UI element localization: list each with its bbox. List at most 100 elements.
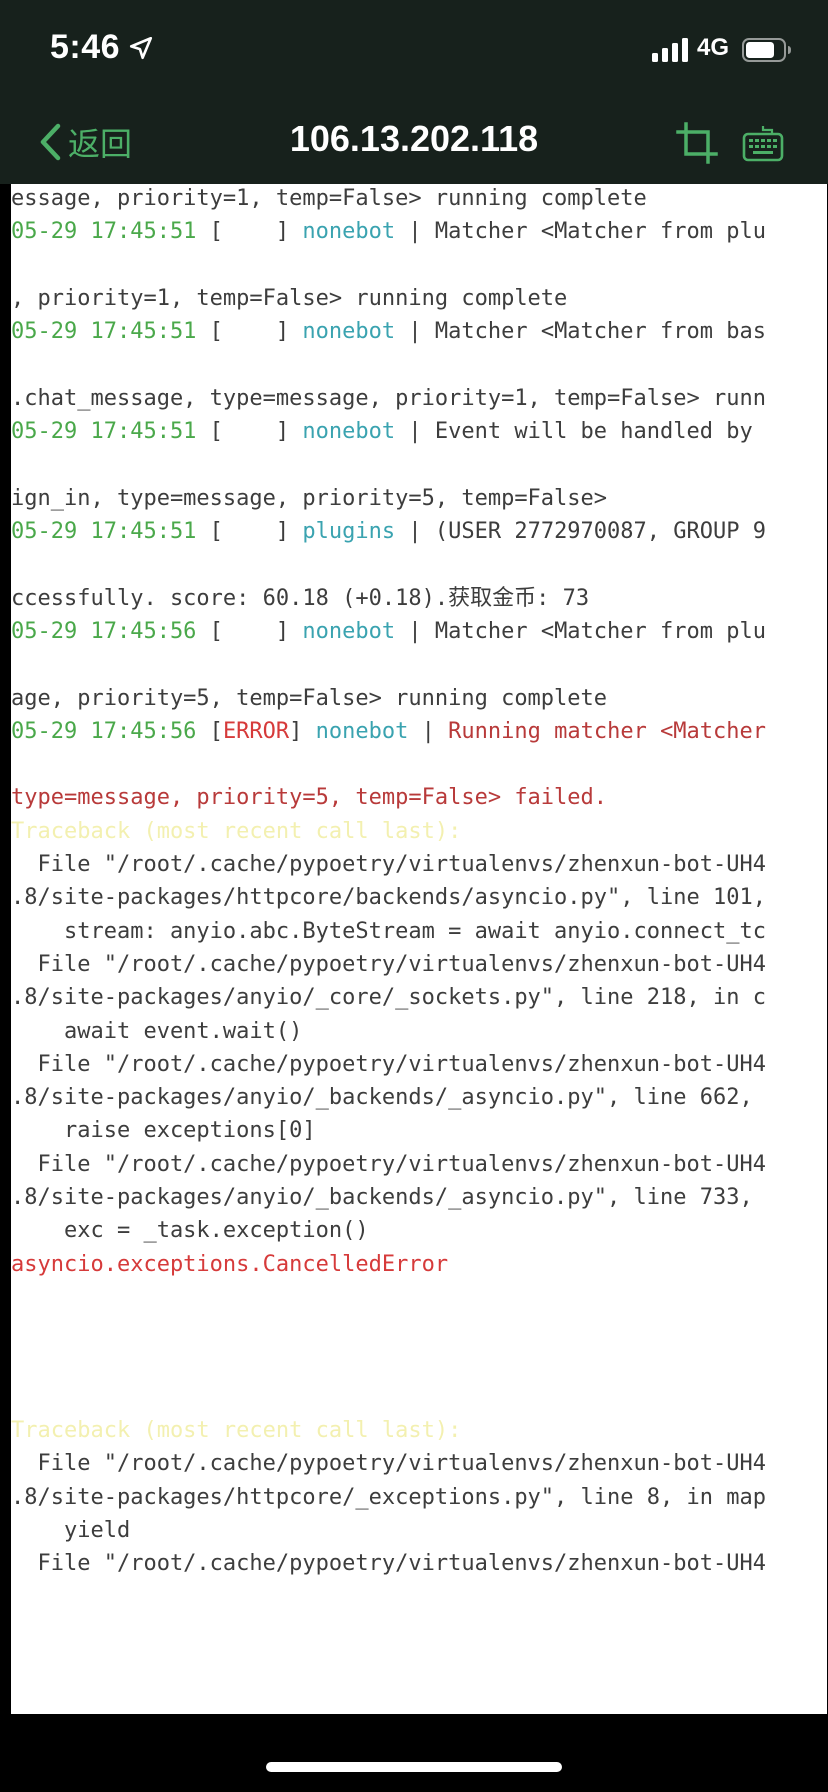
terminal-line: 05-29 17:45:51 [ ] nonebot | Event will … <box>11 417 753 447</box>
cellular-signal-icon <box>652 38 688 62</box>
keyboard-icon[interactable] <box>742 122 784 164</box>
terminal-text-segment: age, priority=5, temp=False> running com… <box>11 685 608 711</box>
terminal-line: 05-29 17:45:51 [ ] plugins | (USER 27729… <box>11 517 766 547</box>
terminal-line: 05-29 17:45:56 [ERROR] nonebot | Running… <box>11 717 766 747</box>
terminal-text-segment: File "/root/.cache/pypoetry/virtualenvs/… <box>11 1151 766 1177</box>
terminal-line: File "/root/.cache/pypoetry/virtualenvs/… <box>11 1549 766 1579</box>
terminal-text-segment: [ <box>196 718 223 744</box>
battery-icon <box>742 38 791 62</box>
terminal-text-segment: File "/root/.cache/pypoetry/virtualenvs/… <box>11 1051 766 1077</box>
terminal-line: ccessfully. score: 60.18 (+0.18).获取金币: 7… <box>11 584 589 614</box>
terminal-text-segment: ERROR <box>222 718 290 744</box>
terminal-line: await event.wait() <box>11 1017 302 1047</box>
terminal-text-segment: File "/root/.cache/pypoetry/virtualenvs/… <box>11 951 766 977</box>
terminal-text-segment: | (USER 2772970087, GROUP 9 <box>395 519 766 544</box>
terminal-line: , priority=1, temp=False> running comple… <box>11 284 567 314</box>
home-indicator[interactable] <box>266 1762 562 1772</box>
terminal-text-segment: nonebot <box>302 319 396 345</box>
terminal-line: .8/site-packages/httpcore/_exceptions.py… <box>11 1483 766 1513</box>
terminal-text-segment: nonebot <box>302 219 396 245</box>
terminal-text-segment: 05-29 17:45:56 <box>11 718 197 744</box>
terminal-text-segment: .8/site-packages/anyio/_core/_sockets.py… <box>11 985 766 1011</box>
terminal-text-segment: 05-29 17:45:56 <box>11 618 197 644</box>
terminal-text-segment: nonebot <box>302 419 396 445</box>
terminal-text-segment: 05-29 17:45:51 <box>11 319 197 345</box>
back-button[interactable]: 返回 <box>38 120 132 164</box>
network-type-label: 4G <box>697 34 730 61</box>
terminal-text-segment: ccessfully. score: 60.18 (+0.18).获取金币: 7… <box>11 585 590 611</box>
terminal-text-segment: Traceback (most recent call last): <box>11 818 462 844</box>
terminal-text-segment: stream: anyio.abc.ByteStream = await any… <box>11 918 766 944</box>
terminal-line: File "/root/.cache/pypoetry/virtualenvs/… <box>11 1050 766 1080</box>
terminal-line: File "/root/.cache/pypoetry/virtualenvs/… <box>11 850 766 880</box>
terminal-text-segment: asyncio.exceptions.CancelledError <box>11 1251 449 1277</box>
terminal-line: type=message, priority=5, temp=False> fa… <box>11 783 607 813</box>
terminal-text-segment: | <box>408 718 449 744</box>
crop-icon[interactable] <box>676 122 718 164</box>
terminal-line: File "/root/.cache/pypoetry/virtualenvs/… <box>11 1150 766 1180</box>
terminal-line: File "/root/.cache/pypoetry/virtualenvs/… <box>11 950 766 980</box>
terminal-line: yield <box>11 1516 130 1546</box>
terminal-text-segment: .chat_message, type=message, priority=1,… <box>11 385 766 411</box>
terminal-text-segment: await event.wait() <box>11 1018 303 1044</box>
terminal-text-segment: 05-29 17:45:51 <box>11 219 197 245</box>
terminal-text-segment: [ ] <box>196 618 303 644</box>
terminal-text-segment: [ ] <box>196 419 303 445</box>
page-title: 106.13.202.118 <box>289 118 539 159</box>
terminal-output[interactable]: essage, priority=1, temp=False> running … <box>11 184 827 1714</box>
terminal-text-segment: nonebot <box>315 718 409 744</box>
terminal-line: File "/root/.cache/pypoetry/virtualenvs/… <box>11 1449 766 1479</box>
terminal-text-segment: .8/site-packages/httpcore/_exceptions.py… <box>11 1484 766 1510</box>
terminal-text-segment: 05-29 17:45:51 <box>11 419 197 445</box>
terminal-line: essage, priority=1, temp=False> running … <box>11 184 647 214</box>
terminal-text-segment: Traceback (most recent call last): <box>11 1418 462 1444</box>
terminal-text-segment: File "/root/.cache/pypoetry/virtualenvs/… <box>11 1551 766 1577</box>
terminal-line: .8/site-packages/anyio/_backends/_asynci… <box>11 1083 753 1113</box>
terminal-text-segment: essage, priority=1, temp=False> running … <box>11 186 647 211</box>
terminal-text-segment: [ ] <box>196 519 303 544</box>
terminal-text-segment: type=message, priority=5, temp=False> fa… <box>11 785 608 811</box>
terminal-text-segment: [ ] <box>196 319 303 345</box>
location-arrow-icon <box>129 36 153 60</box>
chevron-left-icon <box>40 123 61 161</box>
terminal-line: 05-29 17:45:51 [ ] nonebot | Matcher <Ma… <box>11 217 766 247</box>
terminal-text-segment: ign_in, type=message, priority=5, temp=F… <box>11 485 608 511</box>
terminal-line: asyncio.exceptions.CancelledError <box>11 1250 448 1280</box>
terminal-line: 05-29 17:45:56 [ ] nonebot | Matcher <Ma… <box>11 617 766 647</box>
terminal-line: 05-29 17:45:51 [ ] nonebot | Matcher <Ma… <box>11 317 766 347</box>
terminal-text-segment: nonebot <box>302 618 396 644</box>
terminal-text-segment: [ ] <box>196 219 303 245</box>
terminal-text-segment: plugins <box>302 519 396 544</box>
terminal-line: .8/site-packages/anyio/_core/_sockets.py… <box>11 983 766 1013</box>
terminal-line: stream: anyio.abc.ByteStream = await any… <box>11 917 766 947</box>
terminal-line: .8/site-packages/anyio/_backends/_asynci… <box>11 1183 753 1213</box>
terminal-text-segment: ] <box>289 718 316 744</box>
terminal-text-segment: File "/root/.cache/pypoetry/virtualenvs/… <box>11 1451 766 1477</box>
status-bar: 5:46 4G <box>0 0 828 100</box>
terminal-text-segment: | Matcher <Matcher from bas <box>395 319 766 345</box>
back-label: 返回 <box>68 125 133 163</box>
terminal-line: .chat_message, type=message, priority=1,… <box>11 384 766 414</box>
terminal-text-segment: Running matcher <Matcher <box>448 718 767 744</box>
terminal-text-segment: | Matcher <Matcher from plu <box>395 618 766 644</box>
terminal-text-segment: yield <box>11 1518 131 1543</box>
terminal-line: ign_in, type=message, priority=5, temp=F… <box>11 484 607 514</box>
terminal-text-segment: raise exceptions[0] <box>11 1118 316 1144</box>
terminal-text-segment: .8/site-packages/anyio/_backends/_asynci… <box>11 1085 753 1111</box>
terminal-line: exc = _task.exception() <box>11 1216 369 1246</box>
terminal-line: age, priority=5, temp=False> running com… <box>11 684 607 714</box>
terminal-text-segment: .8/site-packages/anyio/_backends/_asynci… <box>11 1185 753 1210</box>
terminal-text-segment: .8/site-packages/httpcore/backends/async… <box>11 885 766 911</box>
terminal-line: Traceback (most recent call last): <box>11 817 461 847</box>
terminal-text-segment: 05-29 17:45:51 <box>11 519 197 544</box>
terminal-line: Traceback (most recent call last): <box>11 1416 461 1446</box>
terminal-text-segment: | Matcher <Matcher from plu <box>395 219 766 245</box>
terminal-text-segment: exc = _task.exception() <box>11 1218 369 1244</box>
navigation-bar: 返回 106.13.202.118 <box>0 100 828 184</box>
terminal-line: raise exceptions[0] <box>11 1116 316 1146</box>
terminal-text-segment: | Event will be handled by <box>395 419 753 445</box>
terminal-text-segment: File "/root/.cache/pypoetry/virtualenvs/… <box>11 852 766 877</box>
status-time: 5:46 <box>50 28 121 66</box>
terminal-text-segment: , priority=1, temp=False> running comple… <box>11 285 568 311</box>
terminal-line: .8/site-packages/httpcore/backends/async… <box>11 883 766 913</box>
